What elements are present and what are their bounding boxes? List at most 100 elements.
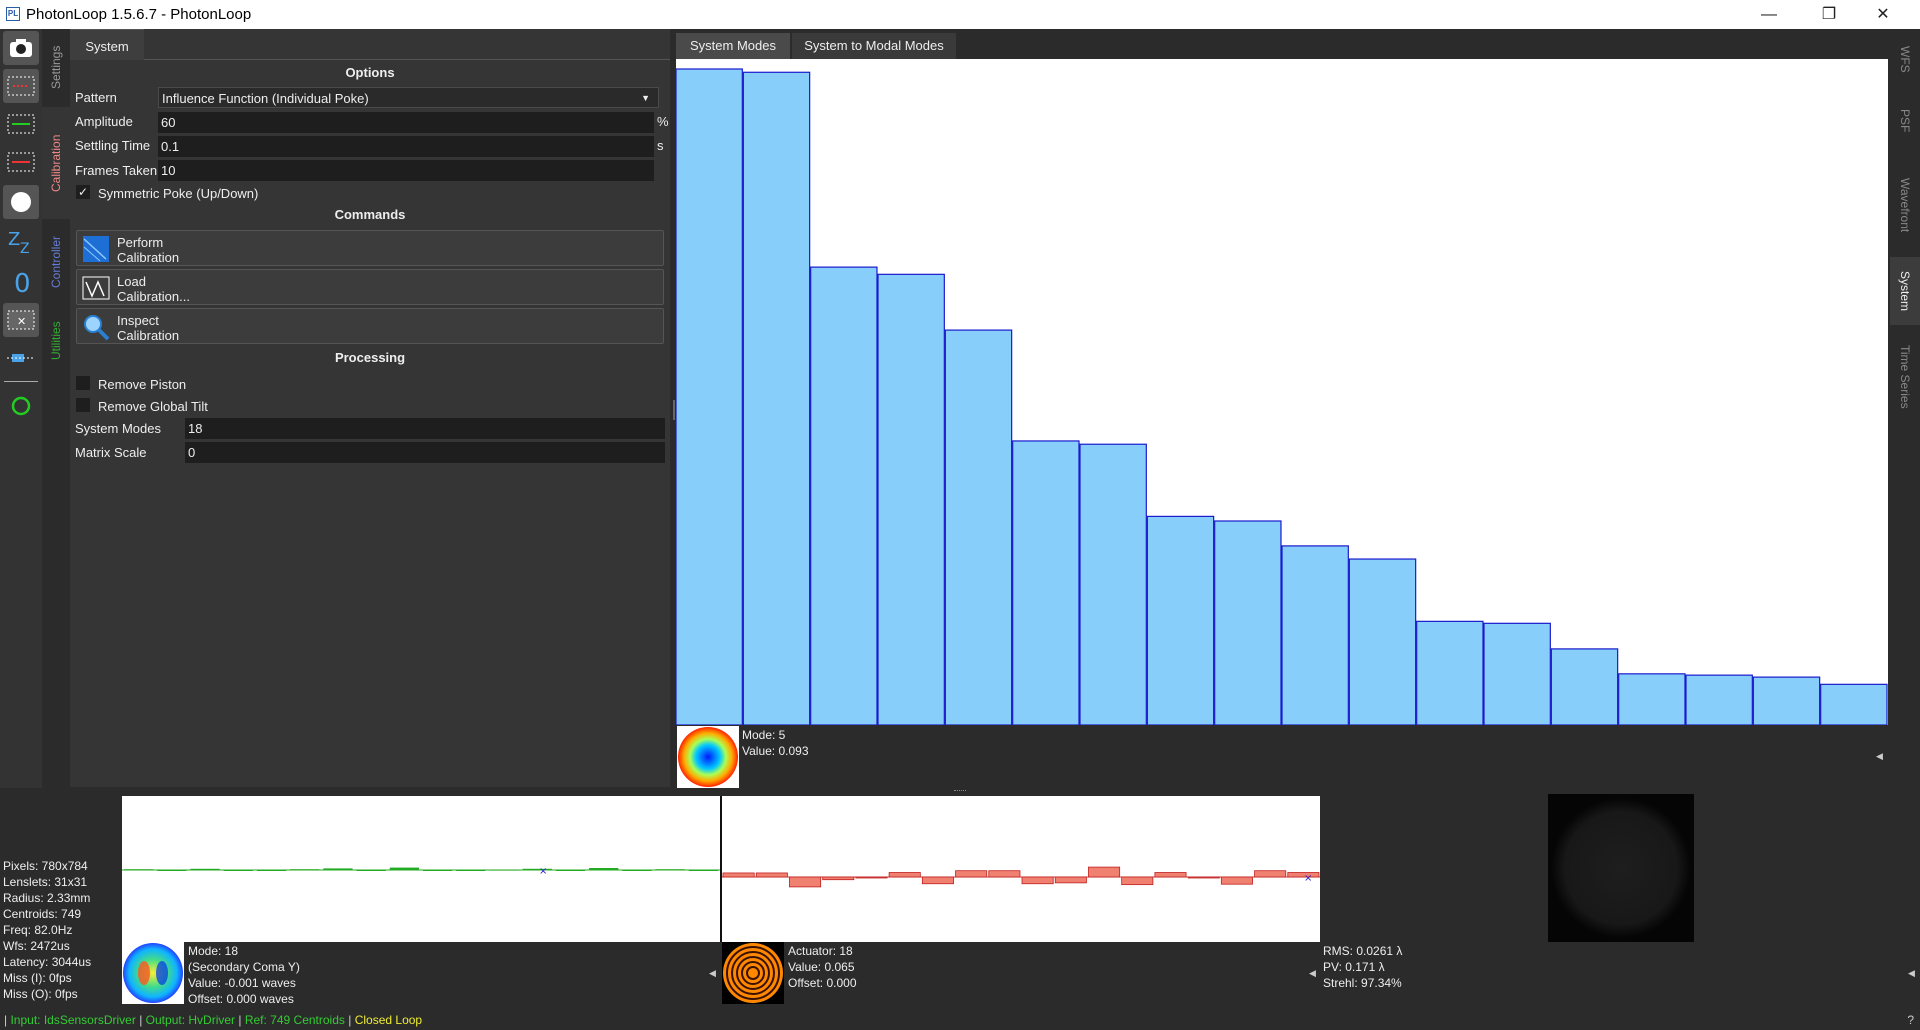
main-tabs: System Modes System to Modal Modes [676,29,1888,59]
tab-divider [144,59,670,60]
settling-time-input[interactable]: 0.1 [158,136,654,157]
tab-utilities[interactable]: Utilities [42,305,70,377]
load-calibration-button[interactable]: Load Calibration... [76,269,664,305]
bottom-splitter[interactable] [954,790,966,792]
tab-calibration[interactable]: Calibration [42,107,70,219]
close-button[interactable]: ✕ [1860,0,1906,29]
chart-bar-13 [1483,622,1551,726]
modal-chart[interactable]: × [122,796,720,942]
inspect-line1: Inspect [117,313,159,328]
modal-bar [256,870,287,871]
center-crosshair-icon: ✕ [7,310,35,330]
perform-calibration-icon [81,234,110,263]
tab-psf[interactable]: PSF [1890,89,1920,153]
chart-bar-18 [1820,683,1888,726]
collapse-arrow-icon[interactable]: ◀ [1908,968,1915,979]
tab-time-series[interactable]: Time Series [1890,327,1920,427]
modal-bar [124,869,154,871]
symmetric-poke-checkbox[interactable]: ✓ [76,185,90,199]
expand-roi-tool-button[interactable] [3,107,39,141]
splitter-handle[interactable] [673,400,675,420]
system-modes-input[interactable]: 18 [185,418,665,439]
tab-system-modes[interactable]: System Modes [676,33,790,59]
actuator-bar [888,872,921,878]
system-modes-chart[interactable] [675,59,1888,726]
remove-piston-checkbox[interactable] [76,376,90,390]
bottom-panel: Pixels: 780x784 Lenslets: 31x31 Radius: … [0,788,1920,1010]
modal-bar [290,869,320,871]
chart-bar-5 [944,329,1013,726]
settling-time-unit: s [657,138,664,153]
app-icon: PL [6,7,20,21]
loop-tool-button[interactable] [3,389,39,423]
actuator-chart[interactable]: × [722,796,1320,942]
actuator-bar [955,870,988,878]
tab-system-to-modal-modes[interactable]: System to Modal Modes [792,33,956,59]
center-tool-button[interactable]: ✕ [3,303,39,337]
aperture-tool-button[interactable] [3,185,39,219]
collapse-arrow-icon[interactable]: ◀ [1876,751,1883,762]
rms-value: RMS: 0.0261 λ [1323,944,1403,958]
pattern-select[interactable]: Influence Function (Individual Poke) ▼ [158,87,659,108]
roi-select-icon [7,76,35,96]
status-output: Output: HvDriver [145,1013,236,1027]
modal-bars: × [122,866,720,877]
help-icon[interactable]: ? [1907,1010,1914,1030]
tab-system-right[interactable]: System [1890,257,1920,325]
chart-bar-3 [810,266,878,726]
actuator-bar [921,876,954,885]
stat-pixels: Pixels: 780x784 [3,859,88,873]
selected-marker: × [1304,873,1312,884]
tab-controller[interactable]: Controller [42,221,70,303]
minimize-button[interactable]: — [1746,0,1792,29]
system-modes-label: System Modes [75,421,161,436]
zero-tool-button[interactable]: 0 [3,265,39,299]
camera-icon [10,39,32,57]
toolbar-divider [4,381,38,382]
stat-wfs: Wfs: 2472us [3,939,70,953]
inspect-calibration-button[interactable]: Inspect Calibration [76,308,664,344]
modal-bar [688,870,718,871]
loop-circle-icon [11,396,31,416]
modal-bar [423,870,453,871]
move-tool-button[interactable] [3,341,39,375]
camera-tool-button[interactable] [3,31,39,65]
chart-bar-15 [1618,673,1686,726]
selected-marker: × [539,866,547,877]
modal-bar [389,867,419,870]
matrix-scale-input[interactable]: 0 [185,442,665,463]
perform-calibration-button[interactable]: Perform Calibration [76,230,664,266]
tab-wfs[interactable]: WFS [1890,31,1920,87]
processing-header: Processing [334,350,406,365]
actuator-bar [1254,870,1287,878]
remove-global-tilt-label: Remove Global Tilt [98,399,208,414]
sleep-tool-button[interactable]: ZZ [3,225,39,259]
roi-tool-button[interactable] [3,69,39,103]
side-tabs: Settings Calibration Controller Utilitie… [42,29,70,360]
chart-bar-14 [1550,648,1619,726]
chevron-down-icon: ▼ [641,93,650,103]
status-separator: | [238,1013,242,1027]
amplitude-input[interactable]: 60 [158,112,654,133]
sensor-stats: Pixels: 780x784 Lenslets: 31x31 Radius: … [3,858,91,1002]
maximize-button[interactable]: ❐ [1806,0,1852,29]
shrink-roi-tool-button[interactable] [3,145,39,179]
frames-taken-input[interactable]: 10 [158,160,654,181]
remove-global-tilt-checkbox[interactable] [76,398,90,412]
coma-shape-image [123,943,183,1003]
chart-bar-7 [1079,443,1147,726]
collapse-arrow-icon[interactable]: ◀ [709,968,716,979]
options-header: Options [345,65,395,80]
chart-bar-9 [1214,520,1282,726]
remove-piston-label: Remove Piston [98,377,187,392]
tab-wavefront[interactable]: Wavefront [1890,155,1920,255]
tab-system[interactable]: System [70,29,144,60]
actuator-bar [722,872,755,878]
perform-line2: Calibration [117,250,180,265]
collapse-arrow-icon[interactable]: ◀ [1309,968,1316,979]
tab-settings[interactable]: Settings [42,29,70,105]
status-loop: Closed Loop [354,1013,423,1027]
actuator-bar [822,876,855,881]
chart-bar-16 [1685,674,1753,726]
stat-miss-in: Miss (I): 0fps [3,971,72,985]
